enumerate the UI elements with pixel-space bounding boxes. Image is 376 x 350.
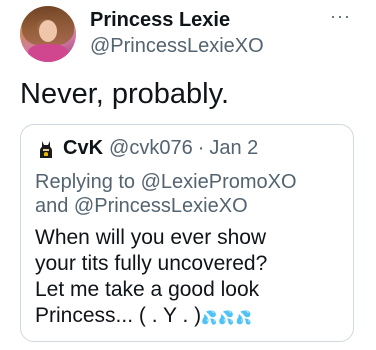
sweat-droplets-icon: 💦💦💦 <box>201 310 253 325</box>
quoted-body-text: Princess... ( . Y . ) <box>35 304 202 327</box>
quoted-date[interactable]: Jan 2 <box>209 137 258 160</box>
replying-to: Replying to @LexiePromoXO and @PrincessL… <box>35 170 297 218</box>
quoted-tweet[interactable]: CvK @cvk076 · Jan 2 Replying to @LexiePr… <box>20 124 354 342</box>
quoted-header: CvK @cvk076 · Jan 2 <box>35 137 258 160</box>
avatar-face <box>39 20 57 42</box>
avatar-top <box>28 44 68 62</box>
separator-dot: · <box>197 137 205 159</box>
quoted-handle[interactable]: @cvk076 <box>109 137 193 160</box>
quoted-body-line: Let me take a good look <box>35 278 260 301</box>
author-handle[interactable]: @PrincessLexieXO <box>90 35 264 58</box>
author-display-name[interactable]: Princess Lexie <box>90 9 230 32</box>
replying-to-line-1[interactable]: Replying to @LexiePromoXO <box>35 170 297 194</box>
quoted-body: When will you ever show your tits fully … <box>35 225 267 331</box>
replying-to-line-2[interactable]: and @PrincessLexieXO <box>35 194 297 218</box>
quoted-body-line: Princess... ( . Y . )💦💦💦 <box>35 303 267 331</box>
more-options-icon[interactable]: ··· <box>330 6 351 27</box>
author-avatar[interactable] <box>20 6 76 62</box>
quoted-body-line: When will you ever show <box>35 226 267 249</box>
tweet-text: Never, probably. <box>20 78 230 110</box>
batman-icon[interactable] <box>35 137 57 160</box>
quoted-display-name[interactable]: CvK <box>63 137 103 160</box>
quoted-body-line: your tits fully uncovered? <box>35 252 268 275</box>
